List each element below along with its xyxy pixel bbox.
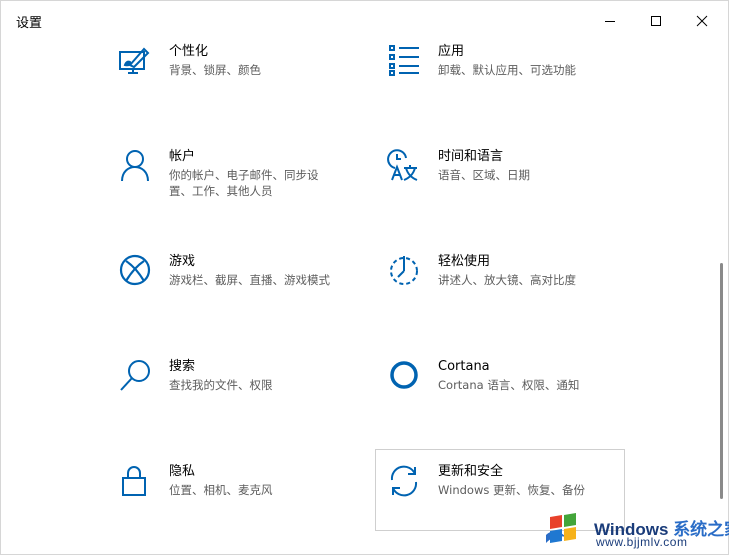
settings-grid: 个性化 背景、锁屏、颜色 应用 卸载、默认应用、可选功能 帐户 你的帐户、电子邮… xyxy=(1,41,728,554)
tile-ease-of-access-name: 轻松使用 xyxy=(438,254,491,269)
tile-time-language-name: 时间和语言 xyxy=(438,149,504,164)
tile-personalization-desc: 背景、锁屏、颜色 xyxy=(169,63,261,77)
time-language-icon xyxy=(387,148,423,184)
title-bar[interactable]: 设置 xyxy=(1,1,728,41)
tile-apps-desc: 卸载、默认应用、可选功能 xyxy=(438,63,576,77)
maximize-button[interactable] xyxy=(633,1,679,41)
tile-time-language-desc: 语音、区域、日期 xyxy=(438,168,530,182)
minimize-icon xyxy=(605,21,615,22)
watermark-url: www.bjjmlv.com xyxy=(596,535,688,549)
tile-cortana-name: Cortana xyxy=(438,359,490,374)
window-title: 设置 xyxy=(16,16,43,31)
tile-personalization[interactable]: 个性化 背景、锁屏、颜色 xyxy=(118,43,368,123)
accounts-icon xyxy=(118,148,154,184)
tile-accounts-desc-line1: 你的帐户、电子邮件、同步设 xyxy=(169,168,319,182)
lock-icon xyxy=(118,463,154,499)
tile-apps[interactable]: 应用 卸载、默认应用、可选功能 xyxy=(387,43,637,123)
tile-gaming-desc: 游戏栏、截屏、直播、游戏模式 xyxy=(169,273,330,287)
tile-privacy-name: 隐私 xyxy=(169,464,196,479)
vertical-scrollbar[interactable] xyxy=(720,263,723,499)
update-icon xyxy=(387,463,423,499)
tile-gaming-name: 游戏 xyxy=(169,254,196,269)
tile-accounts-name: 帐户 xyxy=(169,149,196,164)
tile-ease-of-access[interactable]: 轻松使用 讲述人、放大镜、高对比度 xyxy=(387,253,637,333)
tile-privacy-desc: 位置、相机、麦克风 xyxy=(169,483,273,497)
personalization-icon xyxy=(118,43,154,79)
ease-of-access-icon xyxy=(387,253,423,289)
tile-privacy[interactable]: 隐私 位置、相机、麦克风 xyxy=(118,463,368,543)
tile-accounts[interactable]: 帐户 你的帐户、电子邮件、同步设 置、工作、其他人员 xyxy=(118,148,368,228)
search-icon xyxy=(118,358,154,394)
xbox-icon xyxy=(118,253,154,289)
close-button[interactable] xyxy=(679,1,725,41)
apps-icon xyxy=(387,43,423,79)
tile-update-security-name: 更新和安全 xyxy=(438,464,504,479)
tile-ease-of-access-desc: 讲述人、放大镜、高对比度 xyxy=(438,273,576,287)
tile-search[interactable]: 搜索 查找我的文件、权限 xyxy=(118,358,368,438)
tile-search-desc: 查找我的文件、权限 xyxy=(169,378,273,392)
cortana-icon xyxy=(387,358,423,394)
settings-window: 设置 个性化 背景、锁屏、颜色 应用 卸载、默认应用、可选功能 帐户 你的帐户、… xyxy=(0,0,729,555)
watermark: Windows 系统之家 www.bjjmlv.com xyxy=(536,501,729,553)
tile-time-language[interactable]: 时间和语言 语音、区域、日期 xyxy=(387,148,637,228)
tile-apps-name: 应用 xyxy=(438,44,465,59)
tile-accounts-desc-line2: 置、工作、其他人员 xyxy=(169,184,273,198)
tile-cortana[interactable]: Cortana Cortana 语言、权限、通知 xyxy=(387,358,637,438)
tile-cortana-desc: Cortana 语言、权限、通知 xyxy=(438,378,580,392)
tile-update-security-desc: Windows 更新、恢复、备份 xyxy=(438,483,585,497)
tile-personalization-name: 个性化 xyxy=(169,44,209,59)
close-icon xyxy=(696,15,708,27)
minimize-button[interactable] xyxy=(587,1,633,41)
windows-logo-icon xyxy=(542,509,586,549)
maximize-icon xyxy=(651,16,661,26)
tile-gaming[interactable]: 游戏 游戏栏、截屏、直播、游戏模式 xyxy=(118,253,368,333)
tile-search-name: 搜索 xyxy=(169,359,196,374)
